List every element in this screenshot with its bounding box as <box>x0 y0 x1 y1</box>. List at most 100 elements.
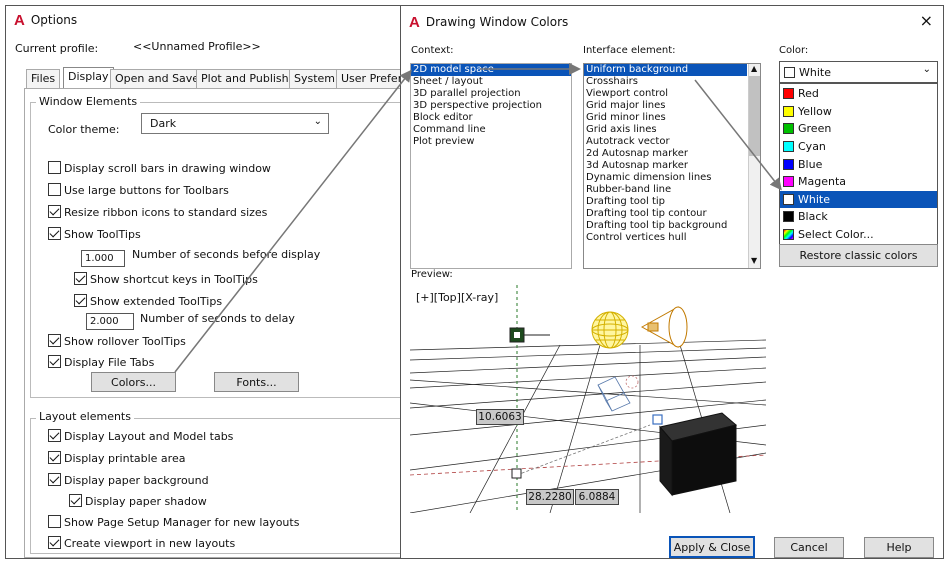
extended-tooltips-checkbox[interactable] <box>74 294 87 307</box>
color-option-label: White <box>798 192 830 206</box>
preview-label: Preview: <box>411 269 453 280</box>
scroll-up-icon[interactable]: ▲ <box>751 64 757 73</box>
interface-element-item[interactable]: Drafting tool tip contour <box>584 208 747 220</box>
fonts-button[interactable]: Fonts... <box>214 372 299 392</box>
layout-model-tabs-checkbox[interactable] <box>48 429 61 442</box>
context-item[interactable]: Plot preview <box>411 136 571 148</box>
autocad-logo-icon: A <box>409 13 420 31</box>
preview-viewport: [+][Top][X-ray] 10.6063 28.2280 6.0884 <box>410 285 766 513</box>
options-dialog: A Options Current profile: <<Unnamed Pro… <box>5 5 401 559</box>
color-option-label: Cyan <box>798 140 826 154</box>
file-tabs-checkbox[interactable] <box>48 355 61 368</box>
show-tooltips-checkbox[interactable] <box>48 227 61 240</box>
apply-close-button[interactable]: Apply & Close <box>669 536 755 558</box>
tab-plot-and-publish[interactable]: Plot and Publish <box>196 69 294 88</box>
interface-element-item[interactable]: Grid minor lines <box>584 112 747 124</box>
scroll-bars-checkbox[interactable] <box>48 161 61 174</box>
interface-element-item[interactable]: Control vertices hull <box>584 232 747 244</box>
context-item[interactable]: Sheet / layout <box>411 76 571 88</box>
context-item[interactable]: 2D model space <box>411 64 571 76</box>
color-swatch-icon <box>783 158 794 170</box>
interface-scrollbar[interactable]: ▲ ▼ <box>748 64 760 268</box>
color-option[interactable]: Blue <box>780 155 937 173</box>
seconds-before-input[interactable]: 1.000 <box>81 250 125 267</box>
scrollbar-thumb[interactable] <box>749 76 760 156</box>
tab-system[interactable]: System <box>289 69 341 88</box>
interface-element-item[interactable]: Dynamic dimension lines <box>584 172 747 184</box>
color-option[interactable]: Red <box>780 85 937 103</box>
context-item[interactable]: Command line <box>411 124 571 136</box>
color-dropdown-list[interactable]: Red Yellow Green Cyan Blue Magenta White Black S… <box>779 83 938 245</box>
cancel-button[interactable]: Cancel <box>774 537 844 558</box>
color-selected-value: White <box>799 65 831 79</box>
printable-area-label: Display printable area <box>64 452 186 465</box>
tab-user-preferences[interactable]: User Prefere <box>336 69 401 88</box>
color-option[interactable]: White <box>780 190 937 209</box>
dynamic-dimension-2: 28.2280 <box>526 489 574 505</box>
context-item[interactable]: 3D parallel projection <box>411 88 571 100</box>
color-theme-select[interactable]: Dark ⌄ <box>141 113 329 134</box>
interface-element-item[interactable]: 2d Autosnap marker <box>584 148 747 160</box>
viewport-control-label[interactable]: [+][Top][X-ray] <box>416 291 498 304</box>
interface-element-item[interactable]: Rubber-band line <box>584 184 747 196</box>
interface-element-list[interactable]: Uniform background Crosshairs Viewport con… <box>583 63 761 269</box>
context-list[interactable]: 2D model space Sheet / layout 3D parallel … <box>410 63 572 269</box>
color-option[interactable]: Select Color... <box>780 226 937 244</box>
page-setup-checkbox[interactable] <box>48 515 61 528</box>
color-theme-value: Dark <box>150 117 177 130</box>
context-item[interactable]: Block editor <box>411 112 571 124</box>
interface-element-item[interactable]: Viewport control <box>584 88 747 100</box>
options-titlebar: A Options <box>6 6 400 34</box>
interface-element-item[interactable]: Drafting tool tip <box>584 196 747 208</box>
help-button[interactable]: Help <box>864 537 934 558</box>
color-option-label: Blue <box>798 157 823 171</box>
printable-area-checkbox[interactable] <box>48 451 61 464</box>
interface-element-label: Interface element: <box>583 45 676 56</box>
color-swatch-icon <box>783 176 794 188</box>
interface-element-item[interactable]: Uniform background <box>584 64 747 76</box>
shortcut-keys-checkbox[interactable] <box>74 272 87 285</box>
interface-element-item[interactable]: Grid major lines <box>584 100 747 112</box>
rollover-tooltips-checkbox[interactable] <box>48 334 61 347</box>
restore-classic-colors-button[interactable]: Restore classic colors <box>779 244 938 267</box>
layout-model-tabs-label: Display Layout and Model tabs <box>64 430 234 443</box>
create-viewport-checkbox[interactable] <box>48 536 61 549</box>
colors-titlebar: A Drawing Window Colors × <box>401 6 943 38</box>
dynamic-dimension-1: 10.6063 <box>476 409 524 425</box>
close-icon[interactable]: × <box>920 11 933 30</box>
drawing-window-colors-dialog: A Drawing Window Colors × Context: 2D mo… <box>400 5 944 559</box>
color-option[interactable]: Cyan <box>780 138 937 156</box>
colors-title: Drawing Window Colors <box>425 15 569 29</box>
tab-display[interactable]: Display <box>63 67 114 89</box>
interface-element-item[interactable]: Autotrack vector <box>584 136 747 148</box>
color-swatch-icon <box>783 88 794 100</box>
interface-element-item[interactable]: Drafting tool tip background <box>584 220 747 232</box>
sphere-icon <box>591 311 629 349</box>
file-tabs-label: Display File Tabs <box>64 356 155 369</box>
paper-background-checkbox[interactable] <box>48 473 61 486</box>
black-cube-icon <box>659 412 738 497</box>
color-option[interactable]: Black <box>780 208 937 226</box>
interface-element-item[interactable]: Grid axis lines <box>584 124 747 136</box>
color-option[interactable]: Magenta <box>780 173 937 191</box>
delay-input[interactable]: 2.000 <box>86 313 134 330</box>
color-swatch-icon <box>783 141 794 153</box>
interface-element-item[interactable]: Crosshairs <box>584 76 747 88</box>
color-option[interactable]: Yellow <box>780 103 937 121</box>
tab-files[interactable]: Files <box>26 69 61 88</box>
colors-button[interactable]: Colors... <box>91 372 176 392</box>
color-option-label: Magenta <box>798 175 847 189</box>
large-buttons-checkbox[interactable] <box>48 183 61 196</box>
color-swatch-icon <box>783 105 794 117</box>
color-select[interactable]: White ⌄ <box>779 61 938 83</box>
interface-element-item[interactable]: 3d Autosnap marker <box>584 160 747 172</box>
paper-shadow-checkbox[interactable] <box>69 494 82 507</box>
page-setup-label: Show Page Setup Manager for new layouts <box>64 516 300 529</box>
resize-ribbon-checkbox[interactable] <box>48 205 61 218</box>
extended-tooltips-label: Show extended ToolTips <box>90 295 223 308</box>
tab-open-and-save[interactable]: Open and Save <box>110 69 205 88</box>
context-item[interactable]: 3D perspective projection <box>411 100 571 112</box>
context-label: Context: <box>411 45 454 56</box>
color-option[interactable]: Green <box>780 120 937 138</box>
scroll-down-icon[interactable]: ▼ <box>751 256 757 265</box>
